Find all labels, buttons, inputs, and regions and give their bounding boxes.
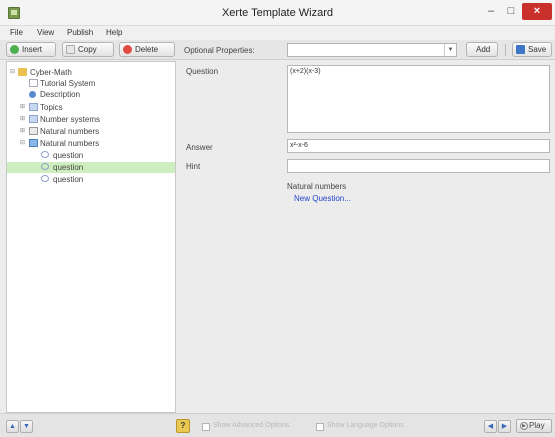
collapse-icon[interactable]: ⊟ bbox=[19, 140, 26, 147]
copy-button[interactable]: Copy bbox=[62, 42, 114, 57]
optional-properties-select[interactable]: ▼ bbox=[287, 43, 457, 57]
show-advanced-checkbox[interactable] bbox=[202, 423, 210, 431]
toolbar-separator bbox=[505, 44, 506, 56]
tree-item-label: Description bbox=[40, 90, 81, 99]
tree-item-question-3[interactable]: question bbox=[7, 174, 175, 185]
properties-panel: Question (x+2)(x-3) Answer x²-x-6 Hint N… bbox=[181, 61, 555, 413]
optional-properties-label: Optional Properties: bbox=[184, 46, 255, 55]
menu-publish[interactable]: Publish bbox=[67, 28, 93, 37]
move-down-button[interactable]: ▼ bbox=[20, 420, 33, 433]
minimize-button[interactable]: – bbox=[482, 3, 500, 20]
save-icon bbox=[516, 45, 525, 54]
hint-label: Hint bbox=[186, 162, 201, 171]
copy-icon bbox=[66, 45, 75, 54]
plus-icon bbox=[10, 45, 19, 54]
tree-item-description[interactable]: Description bbox=[7, 89, 175, 100]
delete-icon bbox=[123, 45, 132, 54]
answer-label: Answer bbox=[186, 143, 213, 152]
tree-item-label: question bbox=[53, 151, 84, 160]
menu-file[interactable]: File bbox=[10, 28, 23, 37]
maximize-button[interactable]: □ bbox=[502, 3, 520, 20]
show-language-checkbox[interactable] bbox=[316, 423, 324, 431]
folder-icon bbox=[29, 115, 38, 123]
list-icon bbox=[29, 127, 38, 135]
tree-item-cyber-math[interactable]: ⊟ Cyber-Math bbox=[7, 67, 175, 78]
tree-item-label: Cyber-Math bbox=[30, 68, 72, 77]
play-icon: ▶ bbox=[520, 422, 528, 430]
list-icon bbox=[29, 139, 38, 147]
question-icon bbox=[41, 151, 49, 158]
tree-item-label: Number systems bbox=[40, 115, 101, 124]
tree-item-natural-numbers[interactable]: ⊞ Natural numbers bbox=[7, 126, 175, 137]
tree-item-label: question bbox=[53, 175, 84, 184]
menu-view[interactable]: View bbox=[37, 28, 54, 37]
tree-item-label: Tutorial System bbox=[40, 79, 96, 88]
tree-item-number-systems[interactable]: ⊞ Number systems bbox=[7, 114, 175, 125]
tree-item-question-1[interactable]: question bbox=[7, 150, 175, 161]
tree-item-natural-numbers-open[interactable]: ⊟ Natural numbers bbox=[7, 138, 175, 149]
insert-button[interactable]: Insert bbox=[6, 42, 56, 57]
add-button-label: Add bbox=[476, 45, 491, 54]
save-button-label: Save bbox=[528, 45, 547, 54]
status-bar: ▲ ▼ ? Show Advanced Options Show Languag… bbox=[0, 413, 555, 437]
copy-button-label: Copy bbox=[78, 45, 97, 54]
expand-icon[interactable]: ⊞ bbox=[19, 128, 26, 135]
help-icon[interactable]: ? bbox=[176, 419, 190, 433]
expand-icon[interactable]: ⊞ bbox=[19, 104, 26, 111]
question-icon bbox=[41, 163, 49, 170]
tree-item-label: Topics bbox=[40, 103, 63, 112]
window-title: Xerte Template Wizard bbox=[221, 7, 334, 19]
show-advanced-label: Show Advanced Options bbox=[213, 422, 290, 429]
question-icon bbox=[41, 175, 49, 182]
parent-node-text: Natural numbers bbox=[287, 182, 347, 191]
page-icon bbox=[29, 79, 38, 87]
question-label: Question bbox=[186, 67, 219, 76]
title-bar: Xerte Template Wizard – □ × bbox=[0, 0, 555, 26]
next-button[interactable]: ▶ bbox=[498, 420, 511, 433]
folder-icon bbox=[18, 68, 27, 76]
add-button[interactable]: Add bbox=[466, 42, 498, 57]
save-button[interactable]: Save bbox=[512, 42, 552, 57]
play-button-label: Play bbox=[529, 421, 545, 430]
question-field[interactable]: (x+2)(x-3) bbox=[287, 65, 550, 133]
expand-icon[interactable]: ⊞ bbox=[19, 116, 26, 123]
delete-button[interactable]: Delete bbox=[119, 42, 175, 57]
toolbar: Insert Copy Delete Optional Properties: … bbox=[0, 40, 555, 60]
tree-item-label: Natural numbers bbox=[40, 127, 100, 136]
move-up-button[interactable]: ▲ bbox=[6, 420, 19, 433]
menu-help[interactable]: Help bbox=[106, 28, 122, 37]
close-button[interactable]: × bbox=[522, 3, 552, 20]
play-button[interactable]: ▶ Play bbox=[516, 419, 552, 433]
delete-button-label: Delete bbox=[135, 45, 159, 54]
tree-item-tutorial-system[interactable]: Tutorial System bbox=[7, 78, 175, 89]
tree-item-topics[interactable]: ⊞ Topics bbox=[7, 102, 175, 113]
new-question-link[interactable]: New Question... bbox=[294, 194, 351, 203]
insert-button-label: Insert bbox=[22, 45, 43, 54]
tree-item-label: Natural numbers bbox=[40, 139, 100, 148]
previous-button[interactable]: ◀ bbox=[484, 420, 497, 433]
description-icon bbox=[29, 91, 36, 98]
tree-item-question-2[interactable]: question bbox=[7, 162, 175, 173]
project-tree: ⊟ Cyber-Math Tutorial System Description… bbox=[6, 61, 176, 413]
tree-item-label: question bbox=[53, 163, 84, 172]
answer-field[interactable]: x²-x-6 bbox=[287, 139, 550, 153]
chevron-down-icon[interactable]: ▼ bbox=[444, 44, 456, 56]
hint-field[interactable] bbox=[287, 159, 550, 173]
collapse-icon[interactable]: ⊟ bbox=[9, 69, 16, 76]
menu-bar: File View Publish Help bbox=[0, 26, 555, 40]
folder-icon bbox=[29, 103, 38, 111]
show-language-label: Show Language Options bbox=[327, 422, 404, 429]
